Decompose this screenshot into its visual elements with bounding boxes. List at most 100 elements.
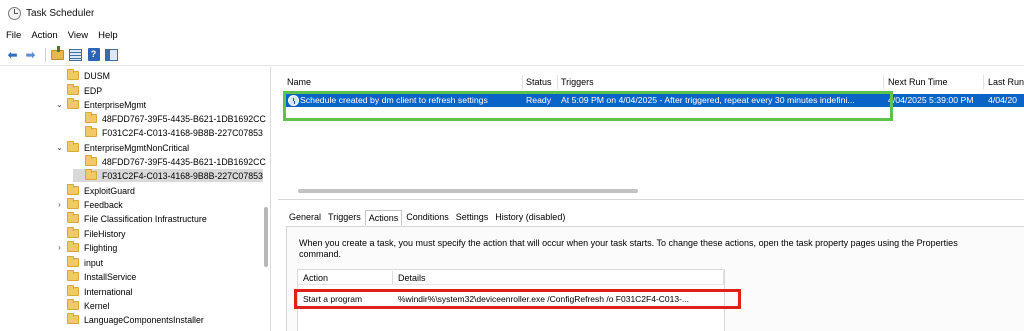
scrollbar-thumb[interactable]	[298, 189, 638, 193]
up-folder-icon	[51, 45, 64, 60]
tree-item-exploitguard[interactable]: ExploitGuard	[55, 184, 135, 197]
help-icon: ?	[87, 48, 100, 61]
menu-action[interactable]: Action	[31, 30, 57, 41]
tree-item-feedback[interactable]: › Feedback	[55, 198, 123, 211]
back-button[interactable]: ⬅	[5, 47, 20, 62]
tree-item-label: EDP	[84, 85, 103, 96]
tree-item-file-classification[interactable]: File Classification Infrastructure	[55, 212, 207, 225]
tree-item-label: EnterpriseMgmt	[84, 99, 147, 110]
task-last-run: 4/04/20	[988, 95, 1017, 105]
task-list-horizontal-scrollbar[interactable]	[283, 188, 1024, 194]
folder-icon	[67, 98, 79, 109]
menu-view[interactable]: View	[68, 30, 88, 41]
help-button[interactable]: ?	[86, 47, 101, 62]
tree-item-enterprisemgmtnoncritical[interactable]: ⌄ EnterpriseMgmtNonCritical	[55, 141, 189, 154]
task-next-run-time: 4/04/2025 5:39:00 PM	[888, 95, 974, 105]
task-list: Name Status Triggers Next Run Time Last …	[278, 67, 1024, 199]
show-hide-console-tree-button[interactable]	[68, 47, 83, 62]
chevron-right-icon[interactable]: ›	[55, 200, 64, 209]
back-arrow-icon: ⬅	[7, 47, 18, 62]
tree-item-flighting[interactable]: › Flighting	[55, 241, 117, 254]
toolbar: ⬅ ➡ ?	[0, 44, 1024, 66]
tree-item-label: F031C2F4-C013-4168-9B8B-227C07853	[102, 170, 263, 181]
folder-icon	[67, 285, 79, 296]
clock-icon	[8, 6, 21, 20]
folder-icon	[67, 270, 79, 281]
tree-item-enterprisemgmt-f031c2f4[interactable]: F031C2F4-C013-4168-9B8B-227C07853	[73, 126, 263, 139]
folder-icon	[67, 241, 79, 252]
toolbar-separator	[45, 47, 46, 62]
folder-icon	[67, 227, 79, 238]
tree-item-input[interactable]: input	[55, 256, 103, 269]
menu-help[interactable]: Help	[98, 30, 118, 41]
tab-conditions[interactable]: Conditions	[403, 210, 452, 225]
column-header-last-run[interactable]: Last Run	[988, 77, 1024, 87]
tree-item-label: File Classification Infrastructure	[84, 213, 207, 224]
column-separator[interactable]	[522, 75, 523, 89]
tree-item-noncritical-48fdd767[interactable]: 48FDD767-39F5-4435-B621-1DB1692CC	[73, 155, 266, 168]
tab-general[interactable]: General	[286, 210, 324, 225]
show-hide-action-pane-button[interactable]	[104, 47, 119, 62]
task-details-pane: General Triggers Actions Conditions Sett…	[278, 199, 1024, 331]
column-separator[interactable]	[983, 75, 984, 89]
column-separator[interactable]	[557, 75, 558, 89]
column-header-name[interactable]: Name	[287, 77, 311, 87]
tree-item-label: EnterpriseMgmtNonCritical	[84, 142, 190, 153]
console-tree: DUSM EDP ⌄ EnterpriseMgmt 48FDD767-39F5-4…	[0, 67, 271, 331]
column-header-action[interactable]: Action	[303, 273, 328, 283]
window-title: Task Scheduler	[26, 7, 95, 19]
tree-item-installservice[interactable]: InstallService	[55, 270, 136, 283]
title-bar: Task Scheduler	[0, 0, 1024, 26]
column-separator[interactable]	[723, 271, 724, 284]
column-separator[interactable]	[392, 271, 393, 284]
actions-table-header: Action Details	[298, 270, 724, 285]
tree-item-kernel[interactable]: Kernel	[55, 299, 109, 312]
show-hide-action-pane-icon	[105, 48, 118, 61]
tree-scrollbar[interactable]	[264, 207, 268, 267]
column-header-details[interactable]: Details	[398, 273, 426, 283]
tree-item-label: input	[84, 257, 104, 268]
tab-settings[interactable]: Settings	[453, 210, 492, 225]
column-header-next-run-time[interactable]: Next Run Time	[888, 77, 948, 87]
tree-item-enterprisemgmt-48fdd767[interactable]: 48FDD767-39F5-4435-B621-1DB1692CC	[73, 112, 266, 125]
tree-item-noncritical-f031c2f4[interactable]: F031C2F4-C013-4168-9B8B-227C07853	[73, 169, 263, 182]
tree-item-languagecomponentsinstaller[interactable]: LanguageComponentsInstaller	[55, 313, 204, 326]
forward-arrow-icon: ➡	[25, 47, 36, 62]
column-header-status[interactable]: Status	[526, 77, 552, 87]
tree-item-international[interactable]: International	[55, 285, 132, 298]
folder-icon	[67, 299, 79, 310]
tree-item-label: 48FDD767-39F5-4435-B621-1DB1692CC	[102, 113, 266, 124]
tree-item-label: International	[84, 286, 133, 297]
folder-icon	[67, 256, 79, 267]
tree-item-label: ExploitGuard	[84, 185, 135, 196]
chevron-down-icon[interactable]: ⌄	[55, 143, 64, 152]
chevron-down-icon[interactable]: ⌄	[55, 100, 64, 109]
tab-triggers[interactable]: Triggers	[325, 210, 364, 225]
tab-actions[interactable]: Actions	[364, 210, 403, 225]
tree-item-label: F031C2F4-C013-4168-9B8B-227C07853	[102, 127, 263, 138]
forward-button[interactable]: ➡	[23, 47, 38, 62]
folder-icon	[85, 155, 97, 166]
show-hide-console-tree-icon	[69, 48, 82, 61]
menu-bar: File Action View Help	[0, 27, 1024, 43]
column-header-triggers[interactable]: Triggers	[561, 77, 594, 87]
chevron-right-icon[interactable]: ›	[55, 243, 64, 252]
tree-item-label: Kernel	[84, 300, 110, 311]
tree-item-label: Feedback	[84, 199, 123, 210]
tab-history[interactable]: History (disabled)	[492, 210, 568, 225]
tree-item-dusm[interactable]: DUSM	[55, 69, 110, 82]
tree-item-edp[interactable]: EDP	[55, 84, 102, 97]
tree-item-label: FileHistory	[84, 228, 126, 239]
folder-icon	[67, 84, 79, 95]
task-highlight-box	[283, 91, 893, 121]
menu-file[interactable]: File	[6, 30, 21, 41]
folder-icon	[67, 184, 79, 195]
tree-item-filehistory[interactable]: FileHistory	[55, 227, 126, 240]
tree-item-enterprisemgmt[interactable]: ⌄ EnterpriseMgmt	[55, 98, 146, 111]
folder-icon	[67, 313, 79, 324]
tree-item-label: DUSM	[84, 70, 110, 81]
up-folder-button[interactable]	[50, 45, 65, 62]
tree-item-label: InstallService	[84, 271, 137, 282]
folder-icon	[67, 198, 79, 209]
column-separator[interactable]	[883, 75, 884, 89]
